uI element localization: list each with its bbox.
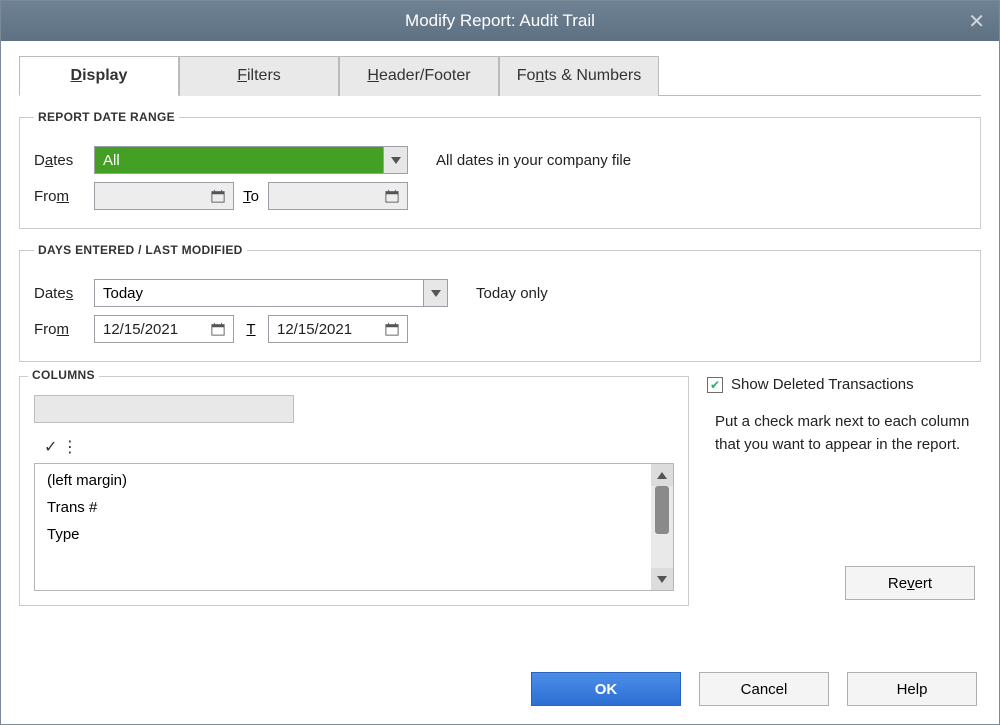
- show-deleted-label: Show Deleted Transactions: [731, 376, 914, 393]
- close-icon[interactable]: ✕: [968, 9, 985, 34]
- calendar-icon[interactable]: [385, 322, 399, 336]
- titlebar: Modify Report: Audit Trail ✕: [1, 1, 999, 41]
- tab-filters[interactable]: Filters: [179, 56, 339, 96]
- ok-button[interactable]: OK: [531, 672, 681, 706]
- to-label: To: [234, 188, 268, 205]
- chevron-down-icon[interactable]: [384, 146, 408, 174]
- tab-fonts-numbers[interactable]: Fonts & Numbers: [499, 56, 659, 96]
- to-date-input-2[interactable]: 12/15/2021: [268, 315, 408, 343]
- dates-description: All dates in your company file: [436, 152, 631, 169]
- chevron-down-icon[interactable]: [424, 279, 448, 307]
- dialog-footer: OK Cancel Help: [1, 658, 999, 724]
- tab-header-footer[interactable]: Header/Footer: [339, 56, 499, 96]
- columns-hint: Put a check mark next to each column tha…: [707, 411, 981, 456]
- window-title: Modify Report: Audit Trail: [405, 11, 595, 31]
- calendar-icon[interactable]: [211, 322, 225, 336]
- calendar-icon[interactable]: [385, 189, 399, 203]
- checkmark-header-icon: ✓ ⋮: [34, 437, 674, 457]
- from-label-2: From: [34, 321, 94, 338]
- columns-right: ✔ Show Deleted Transactions Put a check …: [707, 376, 981, 606]
- days-entered-group: DAYS ENTERED / LAST MODIFIED Dates Today…: [19, 243, 981, 362]
- from-date-input[interactable]: [94, 182, 234, 210]
- revert-button[interactable]: Revert: [845, 566, 975, 600]
- to-date-input[interactable]: [268, 182, 408, 210]
- calendar-icon[interactable]: [211, 189, 225, 203]
- days-entered-legend: DAYS ENTERED / LAST MODIFIED: [34, 243, 247, 257]
- columns-legend: COLUMNS: [28, 368, 99, 382]
- help-button[interactable]: Help: [847, 672, 977, 706]
- columns-area: COLUMNS ✓ ⋮ (left margin) Trans # Type: [19, 376, 981, 606]
- checkbox-icon: ✔: [707, 377, 723, 393]
- dates-select[interactable]: All: [94, 146, 408, 174]
- columns-filter-input[interactable]: [34, 395, 294, 423]
- tab-display[interactable]: Display: [19, 56, 179, 96]
- dates-label-2: Dates: [34, 285, 94, 302]
- list-item[interactable]: (left margin): [47, 472, 639, 489]
- modify-report-dialog: Modify Report: Audit Trail ✕ Display Fil…: [0, 0, 1000, 725]
- tab-bar: Display Filters Header/Footer Fonts & Nu…: [19, 55, 981, 96]
- dialog-content: Display Filters Header/Footer Fonts & Nu…: [1, 41, 999, 658]
- dates-description-2: Today only: [476, 285, 548, 302]
- scroll-thumb[interactable]: [655, 486, 669, 534]
- show-deleted-checkbox[interactable]: ✔ Show Deleted Transactions: [707, 376, 981, 393]
- list-item[interactable]: Type: [47, 526, 639, 543]
- dates-select-value: All: [94, 146, 384, 174]
- scroll-track[interactable]: [651, 486, 673, 568]
- cancel-button[interactable]: Cancel: [699, 672, 829, 706]
- report-date-range-group: REPORT DATE RANGE Dates All All dates in…: [19, 110, 981, 229]
- scroll-down-icon[interactable]: [651, 568, 673, 590]
- from-label: From: [34, 188, 94, 205]
- columns-list-items: (left margin) Trans # Type: [35, 464, 651, 590]
- columns-listbox[interactable]: (left margin) Trans # Type: [34, 463, 674, 591]
- scroll-up-icon[interactable]: [651, 464, 673, 486]
- columns-group: COLUMNS ✓ ⋮ (left margin) Trans # Type: [19, 376, 689, 606]
- dates-select-2-value: Today: [94, 279, 424, 307]
- dates-label: Dates: [34, 152, 94, 169]
- from-date-input-2[interactable]: 12/15/2021: [94, 315, 234, 343]
- report-date-range-legend: REPORT DATE RANGE: [34, 110, 179, 124]
- dates-select-2[interactable]: Today: [94, 279, 448, 307]
- scrollbar[interactable]: [651, 464, 673, 590]
- to-label-2: T: [234, 321, 268, 338]
- list-item[interactable]: Trans #: [47, 499, 639, 516]
